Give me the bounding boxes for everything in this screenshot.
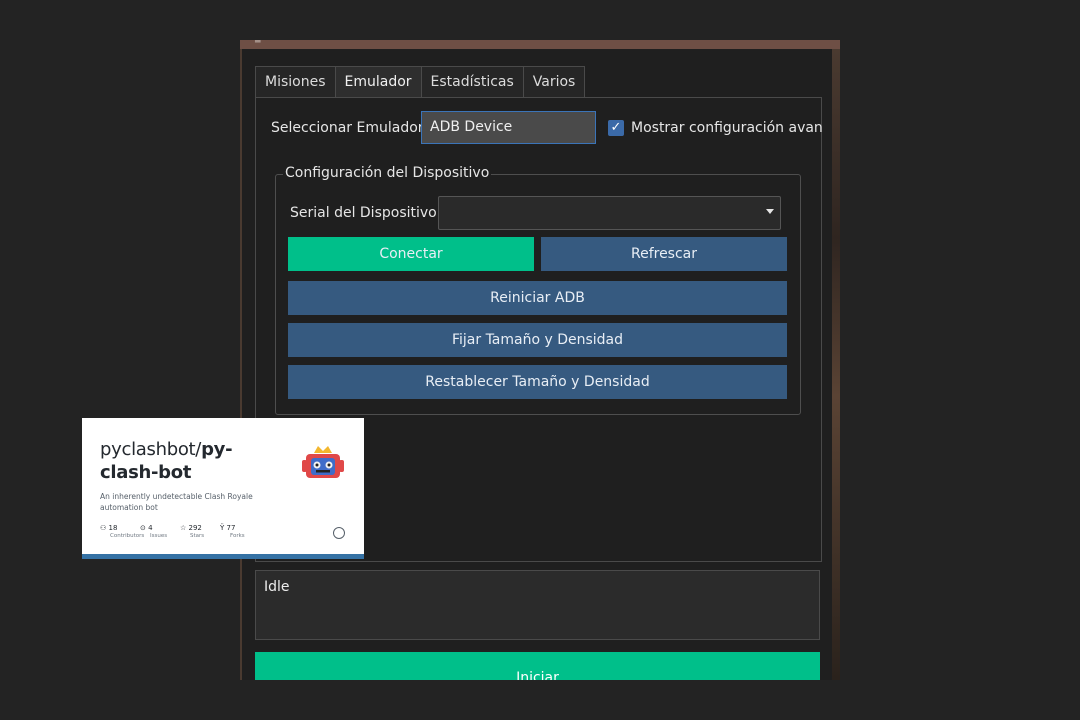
repo-description: An inherently undetectable Clash Royale … xyxy=(100,492,253,512)
emulator-select-label: Seleccionar Emulador: xyxy=(271,120,429,136)
device-config-title: Configuración del Dispositivo xyxy=(283,165,492,181)
emulator-select[interactable]: ADB Device xyxy=(421,111,596,144)
background-edge xyxy=(832,49,840,680)
background-edge xyxy=(240,49,242,680)
reset-size-density-button[interactable]: Restablecer Tamaño y Densidad xyxy=(288,365,787,399)
status-text: Idle xyxy=(264,579,290,595)
fork-icon: Ÿ xyxy=(220,524,225,532)
connect-button[interactable]: Conectar xyxy=(288,237,534,271)
window-titlebar: ≡ xyxy=(240,40,840,49)
github-icon xyxy=(333,527,345,539)
robot-logo-icon xyxy=(302,446,344,478)
tab-emulador[interactable]: Emulador xyxy=(334,66,422,99)
tab-estadisticas[interactable]: Estadísticas xyxy=(420,66,524,98)
app-window: ≡ Misiones Emulador Estadísticas Varios … xyxy=(240,40,840,680)
tab-varios[interactable]: Varios xyxy=(522,66,586,98)
github-repo-card[interactable]: pyclashbot/py-clash-bot An inherently un… xyxy=(82,418,364,559)
star-icon: ☆ xyxy=(180,524,187,532)
stat-stars: ☆ 292 Stars xyxy=(180,524,205,539)
serial-combobox[interactable] xyxy=(438,196,781,230)
chevron-down-icon[interactable] xyxy=(766,209,774,214)
advanced-settings-checkbox[interactable]: ✓ xyxy=(608,120,624,136)
stat-contributors: ⚇ 18 Contributors xyxy=(100,524,145,539)
start-button[interactable]: Iniciar xyxy=(255,652,820,680)
app-icon: ≡ xyxy=(254,40,262,46)
repo-title: pyclashbot/py-clash-bot xyxy=(100,438,270,484)
repo-owner: pyclashbot/ xyxy=(100,439,202,460)
repo-stats: ⚇ 18 Contributors ⊙ 4 Issues ☆ 292 Stars… xyxy=(100,524,260,539)
tab-misiones[interactable]: Misiones xyxy=(255,66,336,98)
serial-label: Serial del Dispositivo: xyxy=(290,205,442,221)
stat-issues: ⊙ 4 Issues xyxy=(140,524,168,539)
people-icon: ⚇ xyxy=(100,524,107,532)
restart-adb-button[interactable]: Reiniciar ADB xyxy=(288,281,787,315)
advanced-settings-label: Mostrar configuración avan xyxy=(631,120,823,136)
refresh-button[interactable]: Refrescar xyxy=(541,237,787,271)
set-size-density-button[interactable]: Fijar Tamaño y Densidad xyxy=(288,323,787,357)
stat-forks: Ÿ 77 Forks xyxy=(220,524,245,539)
status-output: Idle xyxy=(255,570,820,640)
issue-icon: ⊙ xyxy=(140,524,146,532)
tab-bar: Misiones Emulador Estadísticas Varios xyxy=(255,66,586,99)
language-bar xyxy=(82,554,364,559)
